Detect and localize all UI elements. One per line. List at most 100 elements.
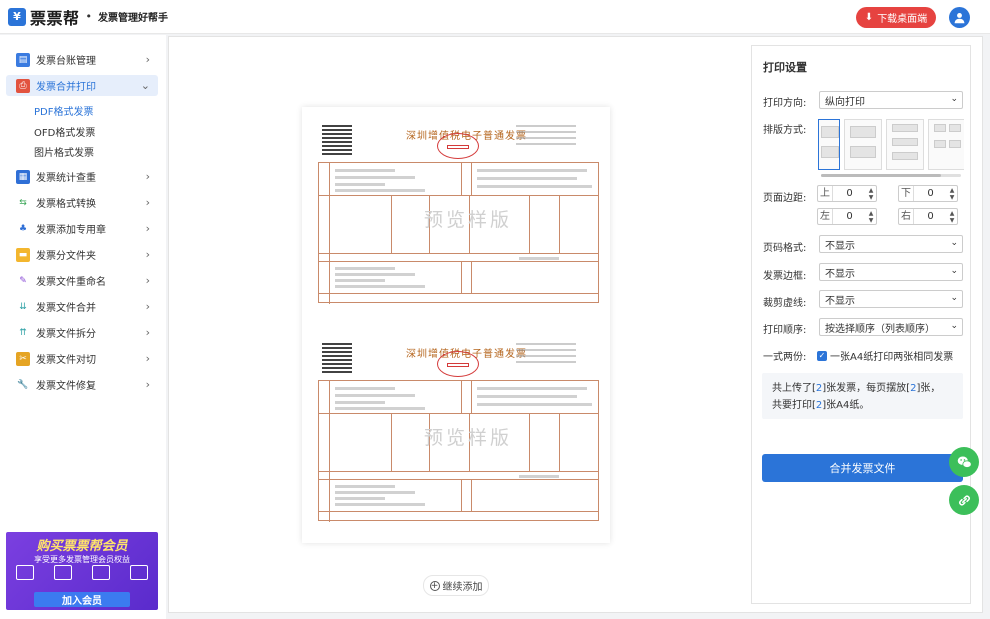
preview-watermark: 预览样版: [424, 209, 513, 231]
margin-bottom-value: 0: [927, 188, 934, 199]
sidebar-item-label: 发票文件拆分: [36, 329, 96, 340]
chevron-right-icon: ›: [145, 222, 150, 235]
qr-code-icon: [322, 343, 352, 373]
sidebar-item-file-split[interactable]: ⇈ 发票文件拆分 ›: [6, 322, 158, 343]
sidebar-item-statistics[interactable]: ▦ 发票统计查重 ›: [6, 166, 158, 187]
a4-paper-preview: 深圳增值税电子普通发票 预览样版 深圳增值税电子普通发票 预览样版: [302, 107, 610, 543]
margin-right-input[interactable]: 右 0 ▲ ▼: [898, 208, 958, 225]
wechat-icon: [957, 456, 972, 468]
margin-bottom-input[interactable]: 下 0 ▲ ▼: [898, 185, 958, 202]
margin-right-value: 0: [927, 211, 934, 222]
chevron-right-icon: ›: [145, 300, 150, 313]
sidebar-item-folders[interactable]: ▬ 发票分文件夹 ›: [6, 244, 158, 265]
border-select[interactable]: 不显示 ⌄: [819, 263, 963, 281]
margin-left-value: 0: [846, 211, 853, 222]
logo-icon: ¥: [8, 7, 26, 26]
merge-invoice-button[interactable]: 合并发票文件: [762, 454, 963, 482]
sidebar-item-label: 发票文件合并: [36, 303, 96, 314]
download-desktop-button[interactable]: ⬇ 下载桌面端: [856, 7, 936, 28]
margin-left-input[interactable]: 左 0 ▲ ▼: [817, 208, 877, 225]
sidebar-item-file-repair[interactable]: 🔧 发票文件修复 ›: [6, 374, 158, 395]
cut-line-select[interactable]: 不显示 ⌄: [819, 290, 963, 308]
spinner-icon[interactable]: ▲ ▼: [947, 210, 957, 224]
direction-select[interactable]: 纵向打印 ⌄: [819, 91, 963, 109]
border-label: 发票边框:: [763, 271, 807, 282]
page-number-value: 不显示: [825, 240, 855, 252]
spinner-icon[interactable]: ▲ ▼: [866, 210, 876, 224]
chevron-down-icon: ⌄: [950, 94, 958, 104]
logo[interactable]: ¥ 票票帮 • 发票管理好帮手: [8, 5, 168, 29]
ledger-icon: ▤: [16, 52, 30, 67]
print-order-select[interactable]: 按选择顺序（列表顺序） ⌄: [819, 318, 963, 336]
summary-text: 共要打印[: [772, 400, 816, 411]
split-icon: ⇈: [16, 325, 30, 340]
vip-title: 购买票票帮会员: [36, 539, 128, 554]
print-order-label: 打印顺序:: [763, 325, 807, 336]
folder-icon: ▬: [16, 247, 30, 262]
invoice-preview: 深圳增值税电子普通发票 预览样版: [316, 325, 599, 523]
direction-label: 打印方向:: [763, 98, 807, 109]
page-number-select[interactable]: 不显示 ⌄: [819, 235, 963, 253]
sub-item-image[interactable]: 图片格式发票: [34, 144, 94, 159]
download-label: 下载桌面端: [877, 14, 928, 25]
duplicate-checkbox-label: 一张A4纸打印两张相同发票: [830, 352, 954, 363]
invoice-table: [318, 162, 599, 304]
layout-scrollbar[interactable]: [821, 174, 961, 177]
sidebar: ▤ 发票台账管理 › ⎙ 发票合并打印 ⌄ PDF格式发票 OFD格式发票 图片…: [0, 35, 166, 619]
join-vip-button[interactable]: 加入会员: [34, 592, 130, 607]
sidebar-item-add-stamp[interactable]: ♣ 发票添加专用章 ›: [6, 218, 158, 239]
layout-label: 排版方式:: [763, 125, 807, 136]
layout-option-3[interactable]: [886, 119, 924, 170]
layout-option-2[interactable]: [844, 119, 882, 170]
sidebar-item-rename[interactable]: ✎ 发票文件重命名 ›: [6, 270, 158, 291]
checkbox-checked-icon[interactable]: ✓: [817, 350, 827, 361]
stamp-inner-icon: [447, 145, 469, 149]
vip-banner[interactable]: 购买票票帮会员 享受更多发票管理会员权益 加入会员: [6, 532, 158, 610]
chart-icon: [130, 565, 148, 580]
sidebar-item-label: 发票添加专用章: [36, 225, 106, 236]
margin-top-value: 0: [846, 188, 853, 199]
direction-value: 纵向打印: [825, 96, 865, 108]
rename-icon: ✎: [16, 273, 30, 288]
sidebar-item-label: 发票合并打印: [36, 82, 96, 93]
chevron-right-icon: ›: [145, 378, 150, 391]
sidebar-item-file-cut[interactable]: ✂ 发票文件对切 ›: [6, 348, 158, 369]
layout-option-1[interactable]: [818, 119, 840, 170]
chevron-down-icon: ⌄: [950, 238, 958, 248]
link-float-button[interactable]: [949, 485, 979, 515]
layout-option-4[interactable]: [928, 119, 964, 170]
sidebar-item-merge-print[interactable]: ⎙ 发票合并打印 ⌄: [6, 75, 158, 96]
margin-label: 页面边距:: [763, 193, 807, 204]
chevron-right-icon: ›: [145, 326, 150, 339]
chevron-down-icon: ⌄: [950, 321, 958, 331]
layout-options: [818, 119, 964, 173]
sidebar-item-invoice-ledger[interactable]: ▤ 发票台账管理 ›: [6, 49, 158, 70]
brand-name: 票票帮: [30, 8, 80, 28]
duplicate-checkbox-row[interactable]: ✓ 一张A4纸打印两张相同发票: [817, 348, 953, 363]
merge-icon: ⇊: [16, 299, 30, 314]
sidebar-item-file-merge[interactable]: ⇊ 发票文件合并 ›: [6, 296, 158, 317]
monitor-icon: [54, 565, 72, 580]
margin-left-label: 左: [818, 209, 833, 224]
continue-add-button[interactable]: + 继续添加: [423, 575, 489, 596]
margin-top-input[interactable]: 上 0 ▲ ▼: [817, 185, 877, 202]
user-avatar[interactable]: [949, 7, 970, 28]
gift-icon: [16, 565, 34, 580]
sidebar-item-label: 发票统计查重: [36, 173, 96, 184]
chevron-right-icon: ›: [145, 196, 150, 209]
sub-item-ofd[interactable]: OFD格式发票: [34, 124, 95, 139]
spinner-icon[interactable]: ▲ ▼: [947, 187, 957, 201]
border-value: 不显示: [825, 268, 855, 280]
summary-text: ]张，: [916, 383, 941, 394]
sidebar-item-format-convert[interactable]: ⇆ 发票格式转换 ›: [6, 192, 158, 213]
chevron-down-icon: ⌄: [950, 266, 958, 276]
sub-item-pdf[interactable]: PDF格式发票: [34, 103, 93, 118]
invoice-table: [318, 380, 599, 522]
summary-text: 共上传了[: [772, 383, 816, 394]
chevron-right-icon: ›: [145, 53, 150, 66]
network-icon: [92, 565, 110, 580]
chevron-right-icon: ›: [145, 248, 150, 261]
preview-watermark: 预览样版: [424, 427, 513, 449]
wechat-float-button[interactable]: [949, 447, 979, 477]
spinner-icon[interactable]: ▲ ▼: [866, 187, 876, 201]
